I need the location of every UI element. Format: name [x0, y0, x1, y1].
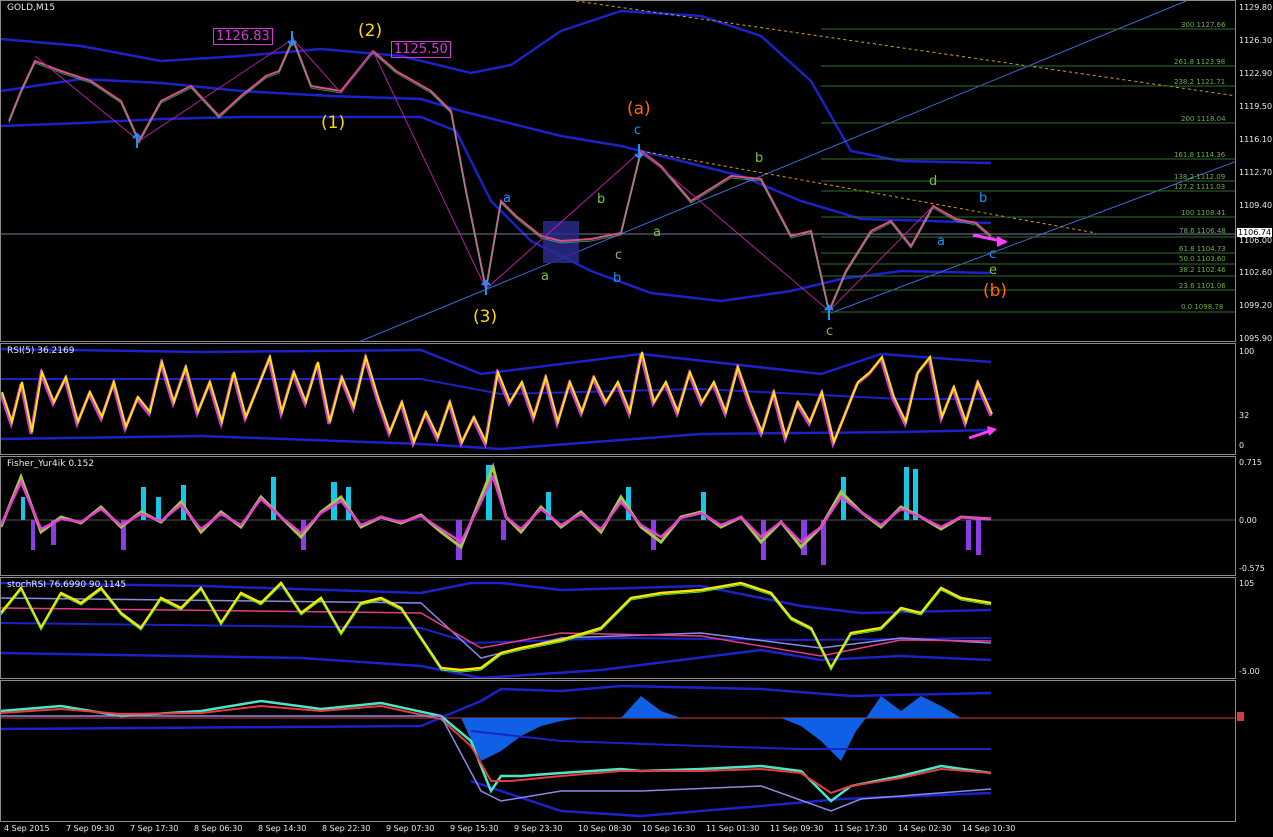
fib-label: 38.2 1102.46 [1179, 266, 1226, 274]
fisher-drawing [1, 462, 1235, 565]
price-tick: 1106.00 [1239, 236, 1273, 245]
wave-label-d1: d [929, 174, 938, 189]
price-chart-pane[interactable]: GOLD,M15 1126.83 1125.50 (1) (2) (3) (a)… [0, 0, 1236, 342]
wave-label-a-major: (a) [627, 99, 651, 119]
upper-band-line [1, 9, 992, 165]
wave-label-b-major: (b) [983, 281, 1008, 301]
wave-label-a4: a [937, 234, 945, 249]
fib-label: 61.8 1104.73 [1179, 245, 1226, 253]
middle-band-line [1, 77, 992, 225]
price-chart-drawing [1, 1, 1235, 341]
fib-label: 0.0 1098.78 [1181, 303, 1224, 311]
rsi-tick: 0 [1239, 441, 1245, 450]
fibonacci-grid [821, 28, 1235, 313]
rsi-title: RSI(5) 36.2169 [7, 346, 75, 356]
time-tick: 11 Sep 09:30 [770, 824, 824, 833]
rsi-tick: 32 [1239, 411, 1250, 420]
stoch-rsi-axis: 105 -5.00 [1236, 577, 1273, 679]
price-tick: 1095.90 [1239, 334, 1273, 343]
price-tick: 1099.20 [1239, 301, 1273, 310]
fib-label: 100 1108.41 [1181, 209, 1226, 217]
price-tick: 1112.70 [1239, 168, 1273, 177]
price-tick: 1109.40 [1239, 201, 1273, 210]
time-tick: 4 Sep 2015 [4, 824, 50, 833]
rsi-tick: 100 [1239, 347, 1255, 356]
wave-label-b2: b [597, 192, 606, 207]
stoch-rsi-title: stochRSI 76.6990 90.1145 [7, 580, 127, 590]
price-line [8, 36, 992, 315]
stoch-rsi-pane[interactable]: stochRSI 76.6990 90.1145 [0, 577, 1236, 679]
fisher-tick: 0.00 [1239, 516, 1257, 525]
price-box-high: 1126.83 [213, 28, 273, 45]
fisher-axis: 0.715 0.00 -0.575 [1236, 456, 1273, 576]
fib-label: 138.2 1112.09 [1174, 173, 1226, 181]
time-tick: 9 Sep 07:30 [386, 824, 435, 833]
fib-label: 127.2 1111.03 [1174, 183, 1226, 191]
wave-label-1: (1) [321, 113, 346, 133]
time-tick: 10 Sep 08:30 [578, 824, 632, 833]
fib-label: 78.6 1106.48 [1179, 227, 1226, 235]
time-tick: 11 Sep 17:30 [834, 824, 888, 833]
wave-label-b4: b [979, 191, 988, 206]
stoch-rsi-drawing [1, 581, 992, 678]
time-tick: 9 Sep 15:30 [450, 824, 499, 833]
rsi-axis: 100 32 0 [1236, 343, 1273, 455]
price-tick: 1129.80 [1239, 3, 1273, 12]
price-tick: 1102.60 [1239, 268, 1273, 277]
zigzag-line [34, 38, 934, 312]
wave-label-b1: b [613, 271, 622, 286]
time-tick: 8 Sep 06:30 [194, 824, 243, 833]
time-tick: 9 Sep 23:30 [514, 824, 563, 833]
wave-label-a2: a [541, 269, 549, 284]
wave-label-c3: c [989, 247, 997, 262]
price-tick: 1126.30 [1239, 36, 1273, 45]
time-tick: 14 Sep 10:30 [962, 824, 1016, 833]
fisher-title: Fisher_Yur4ik 0.152 [7, 459, 95, 469]
fib-label: 200 1118.04 [1181, 115, 1226, 123]
time-tick: 8 Sep 22:30 [322, 824, 371, 833]
symbol-title: GOLD,M15 [7, 3, 56, 13]
oscillator-zero-tag: 0 [1237, 712, 1245, 721]
price-axis: 1129.80 1126.30 1122.90 1119.50 1116.10 … [1236, 0, 1273, 343]
fib-label: 238.2 1121.71 [1174, 78, 1226, 86]
fib-label: 261.8 1123.98 [1174, 58, 1226, 66]
oscillator-drawing [1, 684, 1235, 818]
time-axis: 4 Sep 2015 7 Sep 09:30 7 Sep 17:30 8 Sep… [0, 822, 1236, 837]
price-box-second-high: 1125.50 [391, 41, 451, 58]
wave-label-e1: e [989, 263, 997, 278]
stoch-tick: 105 [1239, 579, 1255, 588]
current-price-tag: 1106.74 [1237, 228, 1273, 237]
rsi-pane[interactable]: RSI(5) 36.2169 [0, 343, 1236, 455]
fisher-pane[interactable]: Fisher_Yur4ik 0.152 [0, 456, 1236, 576]
fib-label: 23.6 1101.06 [1179, 282, 1226, 290]
time-tick: 7 Sep 09:30 [66, 824, 115, 833]
fib-label: 161.8 1114.36 [1174, 151, 1226, 159]
time-tick: 8 Sep 14:30 [258, 824, 307, 833]
trend-line-upper [359, 1, 1187, 341]
wave-label-c1: c [615, 248, 623, 263]
time-tick: 14 Sep 02:30 [898, 824, 952, 833]
price-tick: 1122.90 [1239, 69, 1273, 78]
wave-label-3: (3) [473, 307, 498, 327]
fib-label: 300 1127.66 [1181, 21, 1226, 29]
wave-label-a1: a [503, 191, 511, 206]
time-tick: 11 Sep 01:30 [706, 824, 760, 833]
rsi-drawing [1, 347, 997, 451]
fib-label: 50.0 1103.60 [1179, 255, 1226, 263]
oscillator-pane[interactable] [0, 680, 1236, 822]
time-tick: 10 Sep 16:30 [642, 824, 696, 833]
price-tick: 1119.50 [1239, 102, 1273, 111]
lower-band-line [1, 115, 992, 303]
wave-label-c2: c [826, 324, 834, 339]
stoch-tick: -5.00 [1239, 667, 1260, 676]
fisher-tick: 0.715 [1239, 458, 1262, 467]
wave-label-c-top: c [634, 123, 642, 138]
wave-label-a3: a [653, 225, 661, 240]
projection-arrowhead [997, 236, 1008, 247]
price-tick: 1116.10 [1239, 135, 1273, 144]
fisher-tick: -0.575 [1239, 564, 1265, 573]
time-tick: 7 Sep 17:30 [130, 824, 179, 833]
wave-label-b3: b [755, 151, 764, 166]
wave-label-2: (2) [358, 21, 383, 41]
